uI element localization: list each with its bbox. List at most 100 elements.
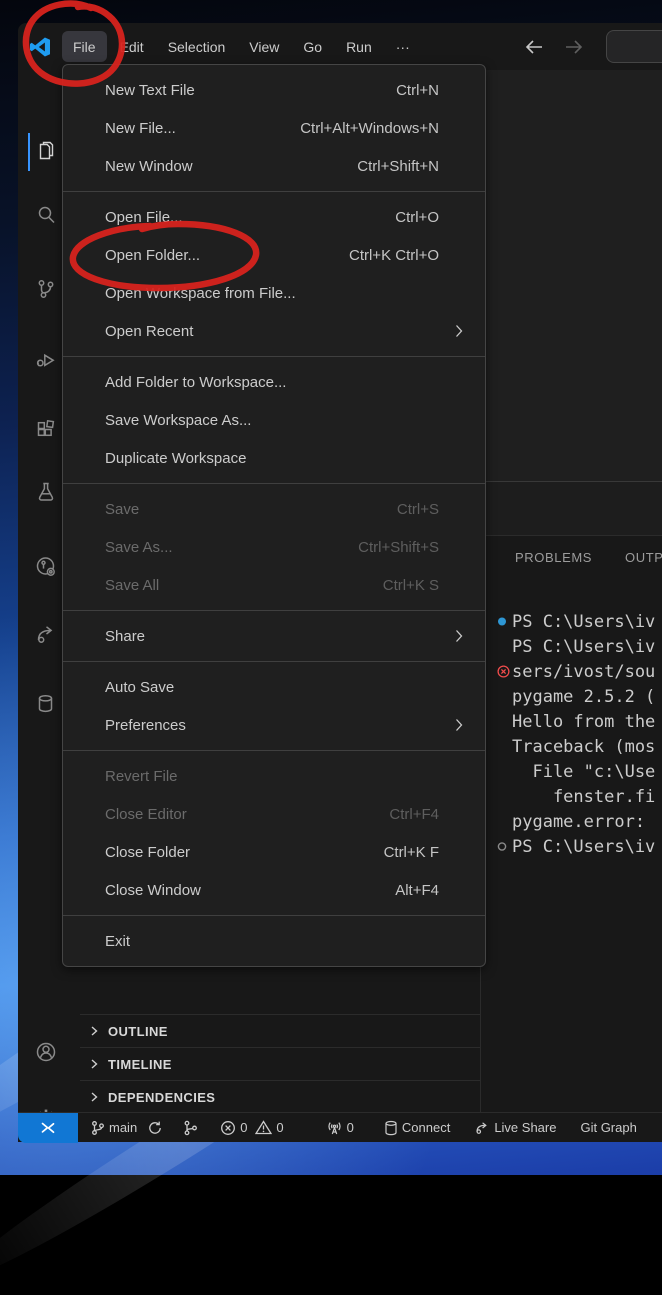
menu-item-auto-save[interactable]: Auto Save — [63, 668, 485, 706]
menu-item-save-all: Save AllCtrl+K S — [63, 566, 485, 604]
search-icon[interactable] — [34, 203, 58, 227]
git-graph-status-icon-item[interactable] — [183, 1120, 202, 1136]
ports-status-item[interactable]: 0 — [326, 1120, 354, 1136]
database-icon[interactable] — [34, 692, 58, 716]
warnings-status-item[interactable]: 0 — [255, 1120, 283, 1135]
submenu-chevron-icon — [455, 718, 463, 732]
menu-item-new-file[interactable]: New File...Ctrl+Alt+Windows+N — [63, 109, 485, 147]
menu-item-save: SaveCtrl+S — [63, 490, 485, 528]
tab-problems[interactable]: PROBLEMS — [515, 550, 592, 565]
git-graph-status-item[interactable]: Git Graph — [580, 1120, 636, 1135]
menu-item-open-workspace-from-file[interactable]: Open Workspace from File... — [63, 274, 485, 312]
terminal-line: PS C:\Users\iv — [497, 834, 655, 859]
section-label: DEPENDENCIES — [108, 1090, 215, 1105]
bottom-panel: PROBLEMS OUTPUT PS C:\Users\iv PS C:\Use… — [481, 535, 662, 1112]
sidebar-section-dependencies[interactable]: DEPENDENCIES — [80, 1080, 481, 1113]
menubar-item-file[interactable]: File — [62, 31, 107, 62]
chevron-right-icon — [88, 1091, 100, 1103]
menu-item-open-recent[interactable]: Open Recent — [63, 312, 485, 350]
forward-arrow-icon[interactable] — [565, 40, 583, 54]
terminal-line: File "c:\Use — [497, 759, 655, 784]
submenu-chevron-icon — [455, 324, 463, 338]
menu-item-save-workspace-as[interactable]: Save Workspace As... — [63, 401, 485, 439]
source-control-icon[interactable] — [34, 277, 58, 301]
menu-item-open-folder[interactable]: Open Folder...Ctrl+K Ctrl+O — [63, 236, 485, 274]
sidebar-section-timeline[interactable]: TIMELINE — [80, 1047, 481, 1080]
section-label: OUTLINE — [108, 1024, 168, 1039]
menu-item-save-as: Save As...Ctrl+Shift+S — [63, 528, 485, 566]
command-success-dot-icon — [497, 616, 512, 627]
back-arrow-icon[interactable] — [525, 40, 543, 54]
testing-icon[interactable] — [34, 480, 58, 504]
live-share-icon[interactable] — [34, 623, 58, 647]
accounts-icon[interactable] — [34, 1040, 58, 1064]
menubar-item-go[interactable]: Go — [292, 31, 333, 62]
menu-item-new-text-file[interactable]: New Text FileCtrl+N — [63, 71, 485, 109]
warning-triangle-icon — [255, 1120, 272, 1135]
menu-separator — [63, 610, 485, 611]
menubar-item-run[interactable]: Run — [335, 31, 383, 62]
terminal-line: pygame 2.5.2 ( — [497, 684, 655, 709]
terminal-line: sers/ivost/sou — [497, 659, 655, 684]
menu-item-new-window[interactable]: New WindowCtrl+Shift+N — [63, 147, 485, 185]
radio-tower-icon — [326, 1120, 343, 1136]
menubar-item-more[interactable]: ··· — [385, 31, 421, 62]
branch-status-item[interactable]: main — [90, 1120, 137, 1136]
menu-item-close-editor: Close EditorCtrl+F4 — [63, 795, 485, 833]
menubar-item-edit[interactable]: Edit — [109, 31, 155, 62]
status-bar: main 0 0 0 Connect Live Share Git G — [18, 1112, 662, 1142]
menubar-item-view[interactable]: View — [238, 31, 290, 62]
menu-separator — [63, 661, 485, 662]
menubar-item-selection[interactable]: Selection — [157, 31, 237, 62]
extensions-icon[interactable] — [34, 418, 58, 442]
title-bar: File Edit Selection View Go Run ··· — [18, 23, 662, 70]
menu-item-duplicate-workspace[interactable]: Duplicate Workspace — [63, 439, 485, 477]
menu-item-add-folder-to-workspace[interactable]: Add Folder to Workspace... — [63, 363, 485, 401]
terminal-line: PS C:\Users\iv — [497, 609, 655, 634]
command-center-search-box[interactable] — [606, 30, 662, 63]
menu-separator — [63, 483, 485, 484]
terminal-line: Traceback (mos — [497, 734, 655, 759]
editor-area-lower — [481, 481, 662, 535]
menu-item-open-file[interactable]: Open File...Ctrl+O — [63, 198, 485, 236]
menu-item-preferences[interactable]: Preferences — [63, 706, 485, 744]
menu-item-close-folder[interactable]: Close FolderCtrl+K F — [63, 833, 485, 871]
editor-area — [481, 70, 662, 481]
menu-item-share[interactable]: Share — [63, 617, 485, 655]
sidebar-section-outline[interactable]: OUTLINE — [80, 1014, 481, 1047]
terminal-line: Hello from the — [497, 709, 655, 734]
vscode-logo-icon — [29, 36, 51, 58]
submenu-chevron-icon — [455, 629, 463, 643]
menu-separator — [63, 750, 485, 751]
live-share-small-icon — [474, 1120, 490, 1136]
sync-status-item[interactable] — [147, 1120, 167, 1136]
terminal-line: pygame.error: — [497, 809, 655, 834]
connect-status-item[interactable]: Connect — [384, 1120, 450, 1136]
tab-output[interactable]: OUTPUT — [625, 550, 662, 565]
terminal-line: fenster.fi — [497, 784, 655, 809]
chevron-right-icon — [88, 1025, 100, 1037]
gitlens-icon[interactable] — [34, 555, 58, 579]
sync-icon — [147, 1120, 163, 1136]
file-menu-dropdown: New Text FileCtrl+N New File...Ctrl+Alt+… — [62, 64, 486, 967]
menu-item-close-window[interactable]: Close WindowAlt+F4 — [63, 871, 485, 909]
prompt-circle-icon — [497, 841, 512, 852]
errors-status-item[interactable]: 0 — [220, 1120, 247, 1136]
git-branch-icon — [90, 1120, 105, 1136]
menu-item-exit[interactable]: Exit — [63, 922, 485, 960]
menu-separator — [63, 356, 485, 357]
menu-separator — [63, 191, 485, 192]
vscode-window: File Edit Selection View Go Run ··· — [18, 23, 662, 1142]
menu-item-revert-file: Revert File — [63, 757, 485, 795]
chevron-right-icon — [88, 1058, 100, 1070]
run-and-debug-icon[interactable] — [34, 348, 58, 372]
active-view-indicator — [28, 133, 30, 171]
terminal-line: PS C:\Users\iv — [497, 634, 655, 659]
git-graph-icon — [183, 1120, 198, 1136]
database-small-icon — [384, 1120, 398, 1136]
remote-indicator[interactable] — [18, 1113, 78, 1143]
section-label: TIMELINE — [108, 1057, 172, 1072]
explorer-icon[interactable] — [34, 138, 58, 162]
error-circle-icon — [220, 1120, 236, 1136]
live-share-status-item[interactable]: Live Share — [474, 1120, 556, 1136]
